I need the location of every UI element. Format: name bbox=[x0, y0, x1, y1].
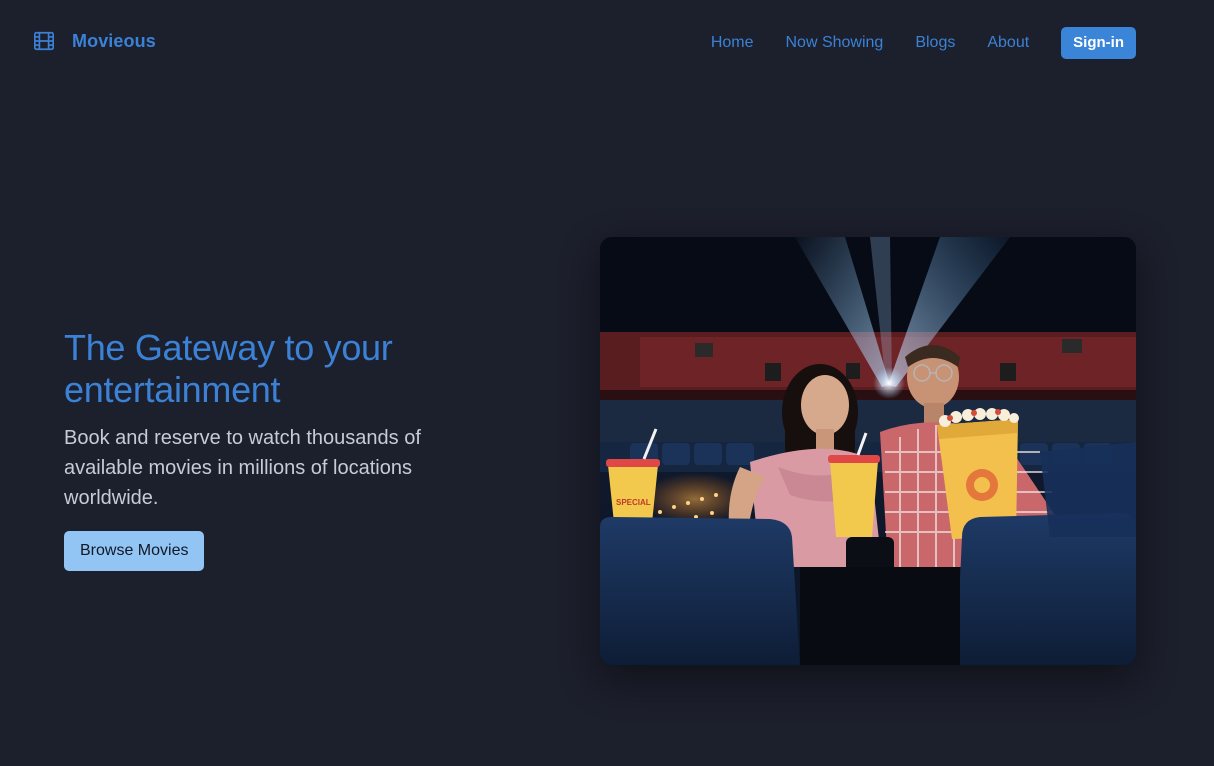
nav-link-blogs[interactable]: Blogs bbox=[915, 34, 955, 52]
cinema-couple-image: SPECIAL bbox=[600, 237, 1136, 665]
svg-text:SPECIAL: SPECIAL bbox=[616, 498, 651, 507]
brand-logo-link[interactable]: Movieous bbox=[33, 30, 156, 52]
main-nav: Home Now Showing Blogs About Sign-in bbox=[711, 27, 1136, 59]
hero-section: The Gateway to your entertainment Book a… bbox=[64, 327, 504, 571]
nav-link-about[interactable]: About bbox=[987, 34, 1029, 52]
header: Movieous Home Now Showing Blogs About Si… bbox=[0, 0, 1214, 86]
hero-image: SPECIAL bbox=[600, 237, 1136, 665]
film-icon bbox=[34, 31, 54, 51]
brand-name: Movieous bbox=[72, 30, 156, 51]
nav-link-home[interactable]: Home bbox=[711, 34, 754, 52]
nav-link-now-showing[interactable]: Now Showing bbox=[786, 34, 884, 52]
signin-button[interactable]: Sign-in bbox=[1061, 27, 1136, 59]
browse-movies-button[interactable]: Browse Movies bbox=[64, 531, 205, 571]
landing-page: Movieous Home Now Showing Blogs About Si… bbox=[0, 0, 1214, 766]
hero-title: The Gateway to your entertainment bbox=[64, 327, 393, 410]
hero-subtitle: Book and reserve to watch thousands of a… bbox=[64, 427, 421, 509]
